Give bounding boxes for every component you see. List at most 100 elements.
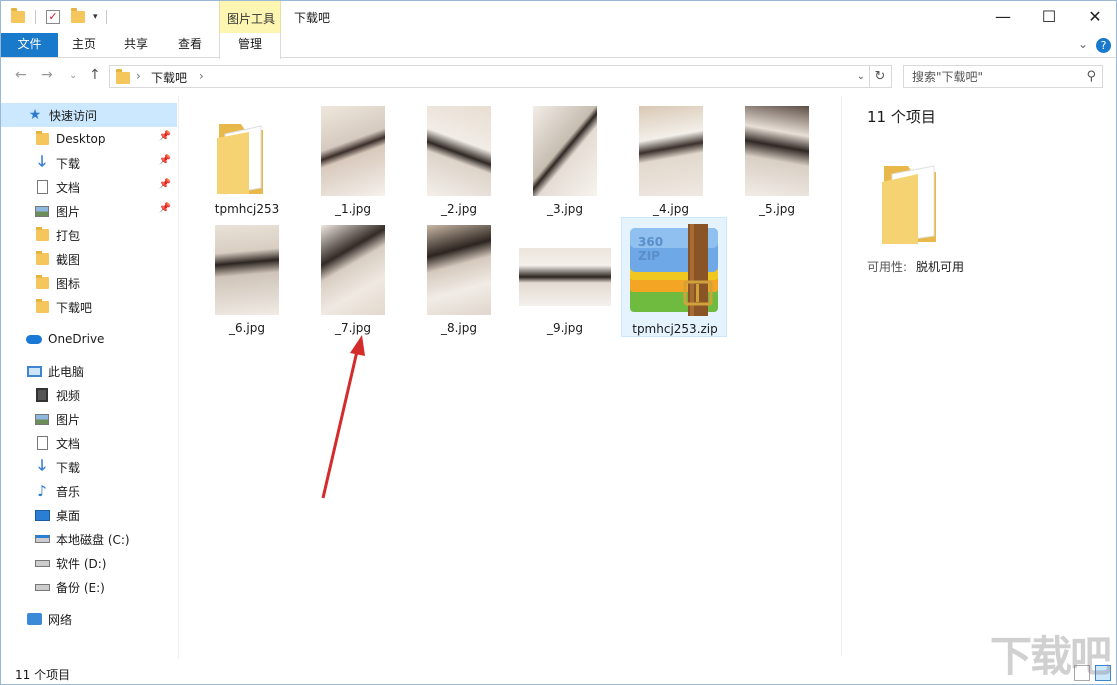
nav-label: 下载吧 [56,300,93,315]
recent-locations-chevron-icon[interactable]: ⌄ [69,70,77,81]
folder-icon [35,299,49,313]
file-item-image[interactable]: _1.jpg [303,98,403,218]
address-bar[interactable]: › 下载吧 › ⌄ [109,65,870,88]
file-item-image[interactable]: _7.jpg [303,217,403,337]
nav-item-pc-documents[interactable]: 文档 [1,431,177,455]
up-arrow-icon[interactable]: ↑ [89,67,101,83]
image-thumbnail [321,106,385,196]
file-item-image[interactable]: _9.jpg [515,217,615,337]
nav-item-icons[interactable]: 图标 [1,271,177,295]
breadcrumb-separator-icon[interactable]: › [136,69,141,83]
file-name: _5.jpg [758,202,796,216]
nav-item-pack[interactable]: 打包 [1,223,177,247]
nav-item-drive-d[interactable]: 软件 (D:) [1,551,177,575]
file-item-folder[interactable]: tpmhcj253 [197,98,297,218]
status-bar: 11 个项目 [1,661,1116,684]
search-input[interactable] [904,66,1074,87]
pin-icon[interactable]: 📌 [159,131,171,142]
pin-icon[interactable]: 📌 [159,203,171,214]
nav-quick-access[interactable]: ★ 快速访问 [1,103,177,127]
nav-label: 备份 (E:) [56,580,105,595]
tab-view[interactable]: 查看 [162,33,218,57]
nav-item-onedrive[interactable]: OneDrive [1,327,177,351]
star-icon: ★ [28,107,42,123]
pin-icon[interactable]: 📌 [159,179,171,190]
nav-label: 图片 [56,412,81,427]
nav-item-desktop-pc[interactable]: 桌面 [1,503,177,527]
close-button[interactable]: ✕ [1072,1,1116,31]
folder-icon[interactable] [11,8,25,23]
file-item-image[interactable]: _8.jpg [409,217,509,337]
nav-label: 桌面 [56,508,81,523]
availability-value: 脱机可用 [916,260,965,274]
folder-icon [35,131,49,145]
nav-item-documents[interactable]: 文档 📌 [1,175,177,199]
nav-item-music[interactable]: ♪ 音乐 [1,479,177,503]
file-item-zip[interactable]: 360 ZIP tpmhcj253.zip [621,217,727,337]
toolbar-separator [35,10,36,24]
nav-item-xiazaiba[interactable]: 下载吧 [1,295,177,319]
nav-item-network[interactable]: 网络 [1,607,177,631]
forward-arrow-icon[interactable]: → [41,67,53,83]
computer-icon [26,365,42,377]
network-icon [26,613,42,625]
file-name: tpmhcj253.zip [632,322,718,336]
toolbar-separator [105,10,107,24]
refresh-button[interactable]: ↻ [869,65,892,88]
file-list: tpmhcj253 _1.jpg _2.jpg _3.jpg _4.jpg _5… [197,96,837,656]
nav-item-pc-downloads[interactable]: 🡓 下载 [1,455,177,479]
window-title: 下载吧 [294,11,331,25]
new-folder-icon[interactable] [71,8,85,23]
file-item-image[interactable]: _6.jpg [197,217,297,337]
tab-home[interactable]: 主页 [58,33,110,57]
nav-label: 下载 [56,156,81,171]
nav-item-drive-c[interactable]: 本地磁盘 (C:) [1,527,177,551]
nav-label: 此电脑 [48,364,85,379]
nav-label: OneDrive [48,332,105,346]
breadcrumb-separator-icon[interactable]: › [199,69,204,83]
cloud-icon [26,334,42,344]
image-thumbnail [519,248,611,306]
nav-item-pictures[interactable]: 图片 📌 [1,199,177,223]
properties-check-icon[interactable]: ✓ [46,10,60,24]
pin-icon[interactable]: 📌 [159,155,171,166]
nav-item-downloads[interactable]: 🡓 下载 📌 [1,151,177,175]
nav-item-desktop[interactable]: Desktop 📌 [1,127,177,151]
picture-tools-label: 图片工具 [226,12,275,26]
maximize-button[interactable]: ☐ [1026,1,1072,31]
file-item-image[interactable]: _4.jpg [621,98,721,218]
minimize-button[interactable]: — [980,1,1026,31]
customize-toolbar-chevron-icon[interactable]: ▾ [93,12,98,22]
tab-share[interactable]: 共享 [110,33,162,57]
tab-file[interactable]: 文件 [1,33,58,57]
file-name: _3.jpg [546,202,584,216]
folder-preview-icon [882,165,936,244]
search-box[interactable]: ⚲ [903,65,1103,88]
address-dropdown-chevron-icon[interactable]: ⌄ [857,71,865,82]
tab-manage[interactable]: 管理 [219,33,281,59]
nav-label: 文档 [56,180,81,195]
nav-label: 音乐 [56,484,81,499]
nav-item-pc-pictures[interactable]: 图片 [1,407,177,431]
back-arrow-icon[interactable]: ← [15,67,27,83]
nav-item-this-pc[interactable]: 此电脑 [1,359,177,383]
file-item-image[interactable]: _3.jpg [515,98,615,218]
nav-item-drive-e[interactable]: 备份 (E:) [1,575,177,599]
drive-icon [34,559,50,567]
file-item-image[interactable]: _5.jpg [727,98,827,218]
breadcrumb-current[interactable]: 下载吧 [151,69,187,86]
zip-archive-icon: 360 ZIP [630,224,718,316]
help-icon[interactable]: ? [1096,38,1111,53]
file-name: _1.jpg [334,202,372,216]
nav-label: 网络 [48,612,73,627]
drive-icon [34,583,50,591]
nav-label: 视频 [56,388,81,403]
chevron-down-icon[interactable]: ⌄ [1078,37,1088,51]
nav-item-videos[interactable]: 视频 [1,383,177,407]
search-icon[interactable]: ⚲ [1086,69,1096,84]
nav-label: 打包 [56,228,81,243]
image-thumbnail [321,225,385,315]
file-item-image[interactable]: _2.jpg [409,98,509,218]
image-thumbnail [427,225,491,315]
nav-item-screenshots[interactable]: 截图 [1,247,177,271]
